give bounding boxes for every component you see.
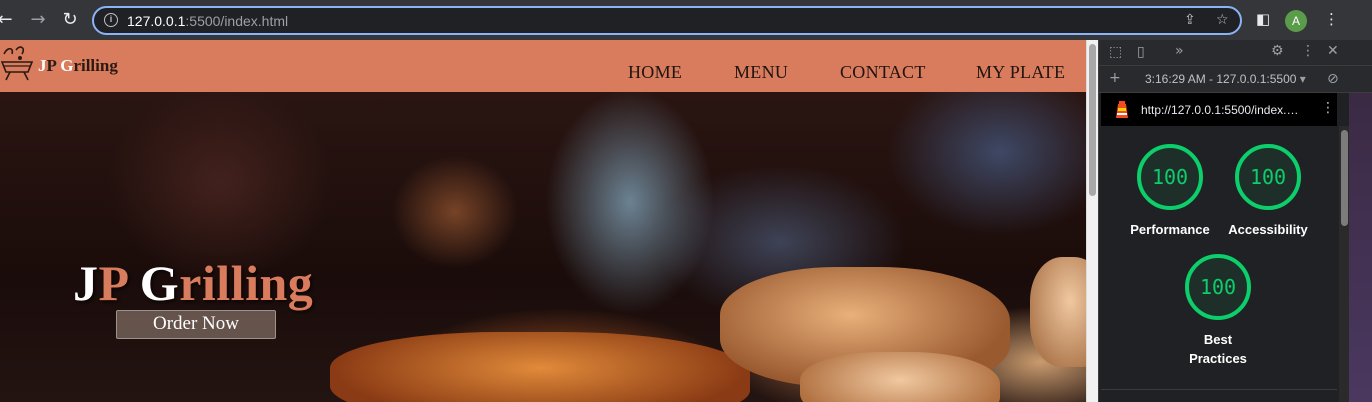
- best-practices-label-line: Practices: [1189, 351, 1247, 366]
- report-time: 3:16:29 AM - 127.0.0.1:5500: [1145, 72, 1297, 86]
- brand-text-part: P: [46, 56, 61, 75]
- reload-icon[interactable]: ↻: [59, 9, 81, 31]
- accessibility-label: Accessibility: [1228, 222, 1308, 237]
- report-url: http://127.0.0.1:5500/index.…: [1141, 103, 1299, 117]
- grilled-food-image: [800, 352, 1000, 402]
- hero-title-part: rilling: [179, 255, 314, 311]
- page-scrollbar-thumb[interactable]: [1089, 44, 1096, 196]
- profile-avatar[interactable]: A: [1285, 10, 1307, 32]
- performance-label: Performance: [1130, 222, 1210, 237]
- hero-title-part: G: [139, 255, 180, 311]
- site-navbar: JP Grilling HOME MENU CONTACT MY PLATE: [0, 40, 1086, 92]
- hero-video-background: JP Grilling Order Now: [0, 92, 1086, 402]
- hero-title-part: J: [73, 255, 99, 311]
- hero-title: JP Grilling: [73, 254, 313, 312]
- devtools-tabbar: ⬚ ▯ » ⚙ ⋮ ✕: [1099, 40, 1372, 66]
- brand-logo-text[interactable]: JP Grilling: [38, 56, 118, 76]
- url-host: 127.0.0.1: [127, 13, 186, 29]
- address-url[interactable]: 127.0.0.1:5500/index.html: [127, 13, 288, 29]
- brand-text-part: G: [60, 56, 74, 75]
- nav-menu-link[interactable]: MENU: [734, 62, 788, 83]
- report-url-bar: http://127.0.0.1:5500/index.… ⋮: [1101, 93, 1337, 126]
- score-value: 100: [1199, 275, 1237, 299]
- page-scrollbar[interactable]: [1086, 40, 1098, 402]
- close-icon[interactable]: ✕: [1327, 43, 1339, 59]
- divider: [1101, 389, 1337, 390]
- score-value: 100: [1249, 165, 1287, 189]
- best-practices-score-gauge[interactable]: 100: [1185, 254, 1251, 320]
- brand-text-part: J: [38, 56, 47, 75]
- inspect-element-icon[interactable]: ⬚: [1109, 44, 1122, 60]
- add-report-icon[interactable]: +: [1109, 70, 1121, 86]
- arrow-left-icon[interactable]: ←: [0, 9, 16, 31]
- side-panel-icon[interactable]: ◧: [1256, 10, 1270, 28]
- bookmark-star-icon[interactable]: ☆: [1216, 12, 1229, 28]
- devtools-kebab-icon[interactable]: ⋮: [1301, 43, 1315, 59]
- browser-toolbar: ← → ↻ i 127.0.0.1:5500/index.html ⇪ ☆ ◧ …: [0, 0, 1372, 40]
- hero-title-part: P: [98, 255, 140, 311]
- devtools-scrollbar[interactable]: [1339, 126, 1349, 402]
- devtools-scrollbar-thumb[interactable]: [1341, 130, 1348, 226]
- address-bar[interactable]: i 127.0.0.1:5500/index.html ⇪ ☆: [92, 6, 1242, 35]
- score-value: 100: [1151, 165, 1189, 189]
- nav-contact-link[interactable]: CONTACT: [840, 62, 926, 83]
- report-selector[interactable]: 3:16:29 AM - 127.0.0.1:5500 ▾: [1145, 72, 1306, 86]
- share-icon[interactable]: ⇪: [1184, 12, 1196, 28]
- kebab-menu-icon[interactable]: ⋮: [1324, 10, 1339, 28]
- grill-logo-icon: [0, 46, 34, 81]
- clear-block-icon[interactable]: ⊘: [1327, 71, 1339, 87]
- lighthouse-scores: 100 Performance 100 Accessibility 100 Be…: [1101, 126, 1337, 402]
- report-kebab-icon[interactable]: ⋮: [1321, 100, 1335, 116]
- devtools-panel: ⬚ ▯ » ⚙ ⋮ ✕ + 3:16:29 AM - 127.0.0.1:550…: [1098, 40, 1372, 402]
- arrow-right-icon[interactable]: →: [27, 9, 49, 31]
- website-viewport: JP Grilling HOME MENU CONTACT MY PLATE J…: [0, 40, 1086, 402]
- desktop-background: [1349, 93, 1372, 402]
- more-tabs-icon[interactable]: »: [1175, 43, 1184, 59]
- grilled-food-image: [1030, 257, 1086, 367]
- lighthouse-toolbar: + 3:16:29 AM - 127.0.0.1:5500 ▾ ⊘: [1099, 66, 1372, 93]
- performance-score-gauge[interactable]: 100: [1137, 144, 1203, 210]
- nav-my-plate-link[interactable]: MY PLATE: [976, 62, 1065, 83]
- best-practices-label-line: Best: [1203, 332, 1233, 347]
- device-toolbar-icon[interactable]: ▯: [1137, 44, 1145, 60]
- order-now-button[interactable]: Order Now: [116, 310, 276, 339]
- lighthouse-icon: [1116, 101, 1128, 118]
- brand-text-part: rilling: [73, 56, 118, 75]
- settings-gear-icon[interactable]: ⚙: [1271, 43, 1284, 59]
- grilled-food-image: [330, 332, 750, 402]
- site-info-icon[interactable]: i: [104, 13, 118, 27]
- nav-home-link[interactable]: HOME: [628, 62, 682, 83]
- best-practices-label: Best Practices: [1169, 332, 1267, 366]
- chevron-down-icon: ▾: [1299, 72, 1306, 86]
- accessibility-score-gauge[interactable]: 100: [1235, 144, 1301, 210]
- url-path: :5500/index.html: [185, 13, 289, 29]
